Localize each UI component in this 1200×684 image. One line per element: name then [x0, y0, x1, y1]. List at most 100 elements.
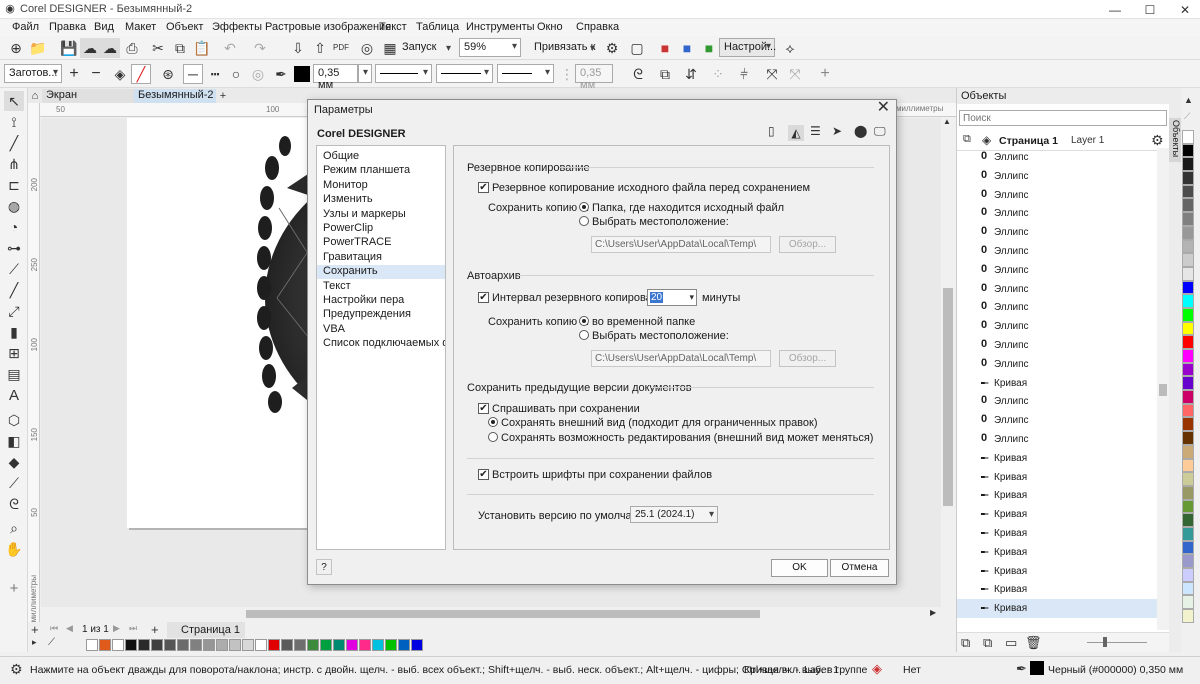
side-palette-swatch[interactable] — [1182, 307, 1194, 322]
fill-status-icon[interactable]: ◈ — [872, 662, 882, 675]
export-icon[interactable]: ⇧ — [310, 38, 330, 58]
workspace-category-icon[interactable]: 🖵 — [874, 125, 886, 137]
convert-icon[interactable]: ⤧ — [762, 64, 782, 84]
pen-nib-icon[interactable]: ✒ — [271, 64, 291, 84]
menu-object[interactable]: Объект — [166, 21, 203, 33]
side-palette-swatch[interactable] — [1182, 280, 1194, 295]
autosave-checkbox[interactable]: ✔ — [478, 292, 489, 303]
category-item[interactable]: VBA — [317, 323, 445, 337]
no-fill-swatch[interactable]: ╱ — [131, 64, 151, 84]
palette-swatch[interactable] — [294, 639, 306, 651]
category-item[interactable]: Общие — [317, 150, 445, 164]
backup-browse-button[interactable]: Обзор... — [779, 236, 836, 253]
side-palette-swatch[interactable] — [1182, 321, 1194, 336]
backup-radio-choose-location[interactable] — [579, 216, 589, 226]
horizontal-scrollbar[interactable]: ▶ — [40, 607, 941, 621]
preset-dropdown[interactable]: Заготов... — [4, 64, 62, 83]
docker-search-input[interactable] — [959, 110, 1167, 126]
side-palette-swatch[interactable] — [1182, 390, 1194, 404]
menu-layout[interactable]: Макет — [125, 21, 156, 33]
object-list-item[interactable]: 0 Эллипс — [957, 392, 1157, 411]
smart-fill-icon[interactable]: ᘓ — [4, 494, 24, 514]
category-item[interactable]: Предупреждения — [317, 308, 445, 322]
backup-path-field[interactable]: C:\Users\User\AppData\Local\Temp\ — [591, 236, 771, 253]
palette-swatch[interactable] — [216, 639, 228, 651]
launch-dropdown[interactable]: Запуск — [402, 41, 454, 57]
minimize-icon[interactable]: — — [1100, 0, 1130, 19]
document-page[interactable] — [127, 118, 317, 528]
palette-swatch[interactable] — [99, 639, 111, 651]
outline-color-status-swatch[interactable] — [1030, 661, 1044, 675]
object-list-item[interactable]: 0 Эллипс — [957, 148, 1157, 167]
object-list-item[interactable]: 0 Эллипс — [957, 186, 1157, 205]
cloud-download-icon[interactable]: ☁ — [100, 38, 120, 58]
side-palette-swatch[interactable] — [1182, 581, 1194, 596]
default-version-dropdown[interactable]: 25.1 (2024.1) — [630, 506, 718, 523]
frame-icon[interactable]: ▢ — [627, 38, 647, 58]
side-palette-swatch[interactable] — [1182, 568, 1194, 582]
palette-swatch[interactable] — [86, 639, 98, 651]
thumbnail-size-slider[interactable] — [1087, 642, 1147, 643]
object-list-item[interactable]: ╾ Кривая — [957, 468, 1157, 487]
menu-tools[interactable]: Инструменты — [466, 21, 535, 33]
gear-drawing[interactable] — [127, 118, 317, 528]
object-list-item[interactable]: 0 Эллипс — [957, 411, 1157, 430]
align-nodes-icon[interactable]: ⫩ — [734, 64, 754, 84]
palette-swatch[interactable] — [112, 639, 124, 651]
object-list-item[interactable]: ╾ Кривая — [957, 543, 1157, 562]
line-tool-icon[interactable]: ╱ — [4, 133, 24, 153]
cube-blue-icon[interactable]: ■ — [677, 38, 697, 58]
object-list-item[interactable]: ╾ Кривая — [957, 374, 1157, 393]
docker-options-gear-icon[interactable]: ⚙ — [1151, 133, 1164, 147]
new-document-icon[interactable]: ⊕ — [6, 38, 26, 58]
palette-swatch[interactable] — [281, 639, 293, 651]
pan-tool-icon[interactable]: ✋ — [4, 539, 24, 559]
pdf-icon[interactable]: PDF — [331, 38, 351, 58]
vertical-scroll-thumb[interactable] — [943, 288, 953, 506]
menu-bitmaps[interactable]: Растровые изображения — [265, 21, 391, 33]
side-palette-swatch[interactable] — [1182, 458, 1194, 473]
menu-edit[interactable]: Правка — [49, 21, 86, 33]
pick-tool-icon[interactable]: ↖ — [4, 91, 24, 111]
callout-tool-icon[interactable]: ⊶ — [4, 238, 24, 258]
menu-effects[interactable]: Эффекты — [212, 21, 262, 33]
blend-tool-icon[interactable]: ◧ — [4, 431, 24, 451]
shape-icon[interactable]: ◎ — [248, 64, 268, 84]
palette-swatch[interactable] — [138, 639, 150, 651]
object-list-item[interactable]: ╾ Кривая — [957, 486, 1157, 505]
embed-fonts-checkbox[interactable]: ✔ — [478, 469, 489, 480]
cancel-button[interactable]: Отмена — [830, 559, 889, 577]
palette-swatch[interactable] — [203, 639, 215, 651]
palette-swatch[interactable] — [411, 639, 423, 651]
menu-help[interactable]: Справка — [576, 21, 619, 33]
prev-page-icon[interactable]: ◀ — [66, 624, 73, 633]
object-list-item[interactable]: 0 Эллипс — [957, 242, 1157, 261]
menu-view[interactable]: Вид — [94, 21, 114, 33]
object-list-item[interactable]: 0 Эллипс — [957, 223, 1157, 242]
palette-eyedrop-icon[interactable]: ⟋ — [1184, 112, 1190, 121]
side-palette-swatch[interactable] — [1182, 266, 1194, 281]
object-list-item[interactable]: 0 Эллипс — [957, 336, 1157, 355]
palette-swatch[interactable] — [320, 639, 332, 651]
category-item[interactable]: PowerClip — [317, 222, 445, 236]
3d-tool-icon[interactable]: ⬡ — [4, 410, 24, 430]
side-palette-swatch[interactable] — [1182, 499, 1194, 514]
next-page-icon[interactable]: ▶ — [113, 624, 120, 633]
side-palette-swatch[interactable] — [1182, 472, 1194, 486]
import-icon[interactable]: ⇩ — [288, 38, 308, 58]
cloud-upload-icon[interactable]: ☁ — [80, 38, 100, 58]
zoom-level-field[interactable]: 59% — [459, 38, 521, 57]
side-palette-swatch[interactable] — [1182, 212, 1194, 226]
palette-swatch[interactable] — [242, 639, 254, 651]
cut-icon[interactable]: ✂ — [148, 38, 168, 58]
pin-tool-icon[interactable]: ⟡ — [780, 38, 800, 58]
dimension-tool-icon[interactable]: ▤ — [4, 364, 24, 384]
cylinder-tool-icon[interactable]: ▮ — [4, 322, 24, 342]
category-item[interactable]: Узлы и маркеры — [317, 208, 445, 222]
menu-window[interactable]: Окно — [537, 21, 563, 33]
move-layer-icon[interactable]: ▭ — [1005, 636, 1017, 649]
palette-menu-icon[interactable]: ▸ — [32, 638, 37, 647]
zoom-tool-icon[interactable]: ⌕ — [4, 518, 24, 538]
palette-swatch[interactable] — [151, 639, 163, 651]
side-palette-swatch[interactable] — [1182, 485, 1194, 500]
